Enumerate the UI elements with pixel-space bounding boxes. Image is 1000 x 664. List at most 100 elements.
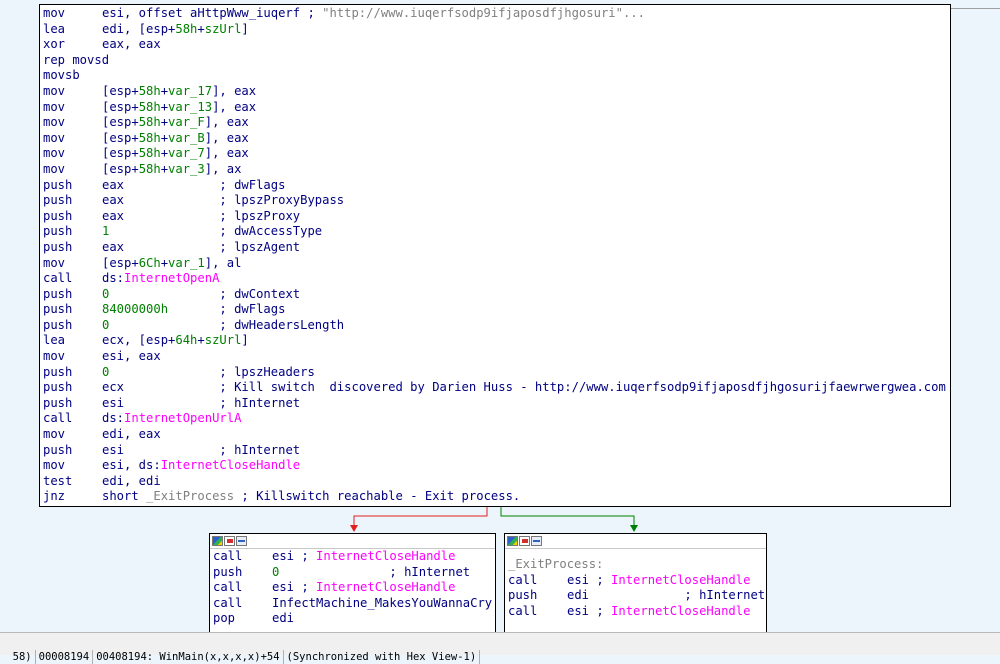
code-line[interactable]: mov [esp+58h+var_3], ax [40, 162, 950, 178]
operand: + [160, 255, 169, 270]
edit-block-icon[interactable] [519, 536, 530, 546]
mnemonic: push [43, 317, 73, 332]
code-line[interactable]: mov esi, ds:InternetCloseHandle [40, 458, 950, 474]
code-line[interactable]: push eax ; dwFlags [40, 178, 950, 194]
code-line[interactable]: test edi, edi [40, 474, 950, 490]
operand: ], eax [204, 146, 249, 161]
edit-block-icon[interactable] [224, 536, 235, 546]
code-line[interactable]: mov esi, offset aHttpWww_iuqerf ; "http:/… [40, 6, 950, 22]
code-line[interactable]: call InfectMachine_MakesYouWannaCry [210, 596, 495, 612]
ida-graph-view[interactable]: { "main_block": { "lines": [ {"m": "mov"… [0, 0, 1000, 664]
code-line[interactable]: push eax ; lpszProxyBypass [40, 193, 950, 209]
mnemonic: call [508, 603, 538, 618]
mnemonic: pop [213, 611, 236, 626]
operand: [esp+ [102, 146, 139, 161]
operand: [esp+ [102, 255, 139, 270]
operand: ; Killswitch reachable - Exit process. [234, 489, 521, 504]
operand: ; hInternet [219, 442, 301, 457]
color-picker-icon[interactable] [212, 536, 223, 546]
code-line[interactable]: push 0 ; lpszHeaders [40, 365, 950, 381]
code-line[interactable]: call esi ; InternetCloseHandle [210, 580, 495, 596]
code-line[interactable]: push esi ; hInternet [40, 396, 950, 412]
mnemonic: call [213, 595, 243, 610]
code-line[interactable]: push 0 ; dwContext [40, 287, 950, 303]
operand: esi [102, 395, 220, 410]
code-line[interactable]: call esi ; InternetCloseHandle [505, 573, 766, 589]
operand: ; dwFlags [219, 177, 286, 192]
operand: szUrl [204, 21, 242, 36]
operand: short [102, 489, 147, 504]
mnemonic: test [43, 473, 73, 488]
code-line[interactable]: mov edi, eax [40, 427, 950, 443]
mnemonic: movsb [43, 68, 80, 83]
mnemonic: mov [43, 427, 66, 442]
code-line[interactable]: mov [esp+58h+var_F], eax [40, 115, 950, 131]
code-line[interactable]: mov [esp+58h+var_7], eax [40, 146, 950, 162]
code-line[interactable]: mov [esp+6Ch+var_1], al [40, 256, 950, 272]
code-line[interactable]: push ecx ; Kill switch discovered by Dari… [40, 380, 950, 396]
code-line[interactable]: call esi ; InternetCloseHandle [505, 604, 766, 620]
mnemonic: jnz [43, 489, 66, 504]
exitprocess-code-block[interactable]: _ExitProcess: call esi ; InternetCloseHan… [504, 533, 767, 633]
operand: + [160, 146, 169, 161]
code-line[interactable]: push 0 ; hInternet [210, 565, 495, 581]
code-line[interactable]: movsb [40, 68, 950, 84]
code-line[interactable]: mov [esp+58h+var_17], eax [40, 84, 950, 100]
operand: esi, offset aHttpWww_iuqerf ; [102, 6, 323, 20]
code-line[interactable]: push 84000000h ; dwFlags [40, 302, 950, 318]
operand: + [160, 83, 169, 98]
operand: esi, eax [102, 349, 161, 364]
operand: edi [567, 588, 685, 603]
mnemonic: push [43, 286, 73, 301]
operand: ; lpszAgent [219, 239, 301, 254]
code-line[interactable]: push eax ; lpszAgent [40, 240, 950, 256]
code-line[interactable]: mov [esp+58h+var_13], eax [40, 100, 950, 116]
graph-overview-edge [950, 8, 1000, 9]
operand: var_7 [168, 146, 205, 161]
mnemonic: push [43, 193, 73, 208]
mnemonic: rep movsd [43, 52, 110, 67]
operand: ; lpszHeaders [219, 364, 315, 379]
mnemonic: mov [43, 6, 66, 20]
mnemonic: call [213, 549, 243, 563]
left-code-block[interactable]: call esi ; InternetCloseHandle push 0 ; hIn… [209, 533, 496, 633]
code-line[interactable]: xor eax, eax [40, 37, 950, 53]
operand: + [160, 115, 169, 130]
operand: ; dwContext [219, 286, 301, 301]
code-line[interactable]: mov esi, eax [40, 349, 950, 365]
operand: InternetCloseHandle [611, 603, 751, 618]
operand: esi, ds: [102, 458, 161, 473]
code-line[interactable]: lea edi, [esp+58h+szUrl] [40, 22, 950, 38]
operand: "http://www.iuqerfsodp9ifjaposdfjhgosuri… [322, 6, 645, 20]
code-line[interactable]: push esi ; hInternet [40, 443, 950, 459]
code-line[interactable]: pop edi [210, 611, 495, 627]
code-line[interactable]: lea ecx, [esp+64h+szUrl] [40, 333, 950, 349]
operand: edi, eax [102, 427, 161, 442]
mnemonic: push [43, 224, 73, 239]
group-nodes-icon[interactable] [531, 536, 542, 546]
code-line[interactable]: push 0 ; dwHeadersLength [40, 318, 950, 334]
mnemonic: call [43, 271, 73, 286]
operand: ], eax [204, 115, 249, 130]
mnemonic: mov [43, 349, 66, 364]
main-code-block[interactable]: mov esi, offset aHttpWww_iuqerf ; "http:/… [39, 4, 951, 507]
code-label[interactable]: _ExitProcess: [505, 557, 766, 573]
operand: 1 [102, 224, 220, 239]
group-nodes-icon[interactable] [236, 536, 247, 546]
color-picker-icon[interactable] [507, 536, 518, 546]
status-file-offset: 00008194 [36, 650, 94, 664]
code-line[interactable]: mov [esp+58h+var_B], eax [40, 131, 950, 147]
code-line[interactable]: push eax ; lpszProxy [40, 209, 950, 225]
code-line[interactable]: jnz short _ExitProcess ; Killswitch reach… [40, 489, 950, 505]
code-line[interactable]: push 1 ; dwAccessType [40, 224, 950, 240]
code-line[interactable]: call ds:InternetOpenA [40, 271, 950, 287]
operand: 58h [138, 161, 161, 176]
code-line[interactable]: push edi ; hInternet [505, 588, 766, 604]
operand: 58h [175, 21, 198, 36]
operand: var_13 [168, 99, 213, 114]
operand: 58h [138, 115, 161, 130]
code-line[interactable]: call esi ; InternetCloseHandle [210, 549, 495, 565]
code-line[interactable]: call ds:InternetOpenUrlA [40, 411, 950, 427]
mnemonic: mov [43, 255, 66, 270]
code-line[interactable]: rep movsd [40, 53, 950, 69]
